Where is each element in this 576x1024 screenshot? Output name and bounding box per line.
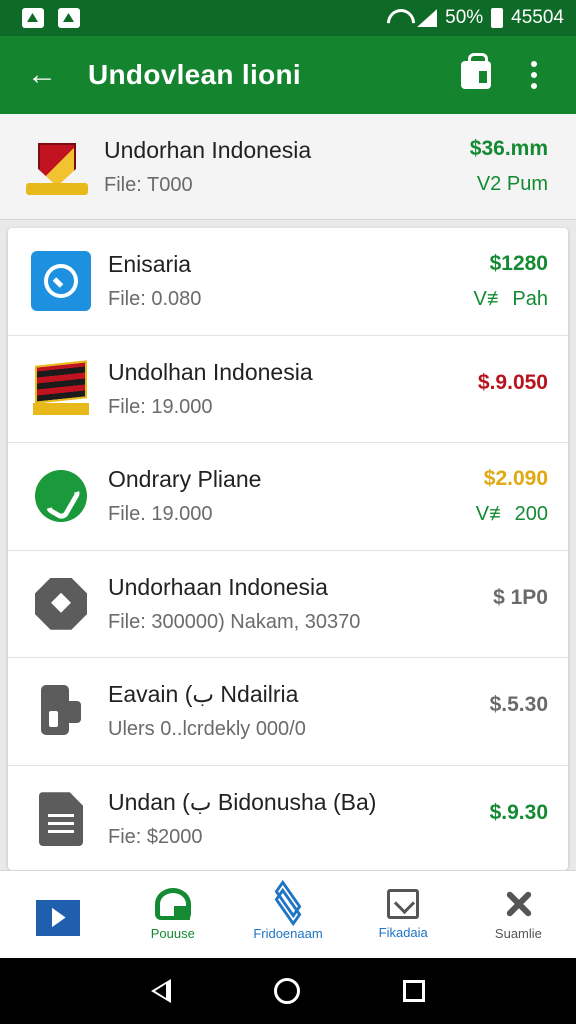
system-recents-icon[interactable] xyxy=(402,980,425,1002)
system-back-icon[interactable] xyxy=(151,979,172,1003)
notification-icon xyxy=(58,8,80,28)
item-price: $.9.30 xyxy=(489,801,548,825)
nav-item-pouuse[interactable]: Pouuse xyxy=(115,871,230,958)
page-title: Undovlean lioni xyxy=(88,59,301,90)
item-title: Undan (ب Bidonusha (Ba) xyxy=(108,789,377,816)
item-subtitle: File: 300000) Nakam, 30370 xyxy=(108,610,361,633)
more-vert-icon xyxy=(531,61,537,67)
bottom-navigation: Pouuse Fridoenaam Fikadaia Suamlie xyxy=(0,870,576,958)
item-title: Undolhan Indonesia xyxy=(108,358,313,385)
list-item[interactable]: Eavain (ب Ndailria Ulers 0..lcrdekly 000… xyxy=(8,658,568,766)
flag-icon xyxy=(28,356,94,422)
nav-label: Pouuse xyxy=(150,926,195,941)
item-price: $36.mm xyxy=(469,137,548,160)
item-price: $ 1P0 xyxy=(493,585,548,609)
item-tag: V≢ 200 xyxy=(475,502,548,525)
nav-label: Fridoenaam xyxy=(253,926,323,941)
item-price: $.9.050 xyxy=(477,370,548,394)
layers-icon xyxy=(272,879,304,927)
item-subtitle: File: 0.080 xyxy=(108,288,202,311)
notification-icon xyxy=(22,8,44,28)
item-subtitle: Fie: $2000 xyxy=(108,826,203,849)
featured-item[interactable]: Undorhan Indonesia File: T000 $36.mm V2 … xyxy=(0,114,576,220)
back-arrow-icon: ← xyxy=(27,58,57,91)
shopping-bag-icon xyxy=(461,53,491,89)
list-item[interactable]: Undorhaan Indonesia File: 300000) Nakam,… xyxy=(8,551,568,658)
item-tag: V≢ Pah xyxy=(473,287,548,310)
system-navigation-bar xyxy=(0,958,576,1024)
list-item[interactable]: Enisaria File: 0.080 $1280 V≢ Pah xyxy=(8,228,568,336)
battery-level: 50% xyxy=(445,7,484,28)
app-bar: ← Undovlean lioni xyxy=(0,36,576,114)
shopping-bag-button[interactable] xyxy=(454,53,498,97)
item-title: Undorhaan Indonesia xyxy=(108,573,328,600)
play-icon xyxy=(35,899,80,936)
item-subtitle: Ulers 0..lcrdekly 000/0 xyxy=(108,718,306,741)
nav-item-play[interactable] xyxy=(0,871,115,958)
nav-label: Fikadaia xyxy=(378,925,428,940)
item-price: $2.090 xyxy=(483,466,548,490)
nav-item-fridoenaam[interactable]: Fridoenaam xyxy=(230,871,345,958)
back-button[interactable]: ← xyxy=(20,53,64,97)
nav-label: Suamlie xyxy=(494,926,542,941)
item-price: $.5.30 xyxy=(489,693,548,717)
signal-icon xyxy=(417,9,438,27)
nav-item-fikadaia[interactable]: Fikadaia xyxy=(346,871,461,958)
item-title: Ondrary Pliane xyxy=(108,466,262,493)
wifi-icon xyxy=(387,9,409,27)
wallet-icon xyxy=(28,678,94,744)
document-icon xyxy=(28,786,94,852)
item-subtitle: File: T000 xyxy=(104,173,193,196)
item-title: Eavain (ب Ndailria xyxy=(108,681,299,708)
phone-icon xyxy=(28,248,94,314)
nav-item-suamlie[interactable]: Suamlie xyxy=(461,871,576,958)
crest-icon xyxy=(24,134,90,200)
tools-icon xyxy=(502,888,534,920)
item-title: Enisaria xyxy=(108,251,192,278)
cart-icon xyxy=(154,888,191,920)
item-title: Undorhan Indonesia xyxy=(104,136,312,163)
item-price: $1280 xyxy=(489,251,548,275)
whatsapp-icon xyxy=(28,463,94,529)
inbox-icon xyxy=(387,889,420,919)
list-item[interactable]: Undolhan Indonesia File: 19.000 $.9.050 xyxy=(8,336,568,443)
item-list: Enisaria File: 0.080 $1280 V≢ Pah Undolh… xyxy=(8,228,568,870)
list-item[interactable]: Undan (ب Bidonusha (Ba) Fie: $2000 $.9.3… xyxy=(8,766,568,871)
battery-icon xyxy=(491,8,504,28)
system-home-icon[interactable] xyxy=(273,978,300,1004)
item-subtitle: File: 19.000 xyxy=(108,395,213,418)
status-time: 45504 xyxy=(511,7,564,28)
octagon-icon xyxy=(28,571,94,637)
item-subtitle: File. 19.000 xyxy=(108,503,213,526)
more-options-button[interactable] xyxy=(512,53,556,97)
list-item[interactable]: Ondrary Pliane File. 19.000 $2.090 V≢ 20… xyxy=(8,443,568,551)
status-bar: 50% 45504 xyxy=(0,0,576,36)
item-tag: V2 Pum xyxy=(476,173,548,195)
